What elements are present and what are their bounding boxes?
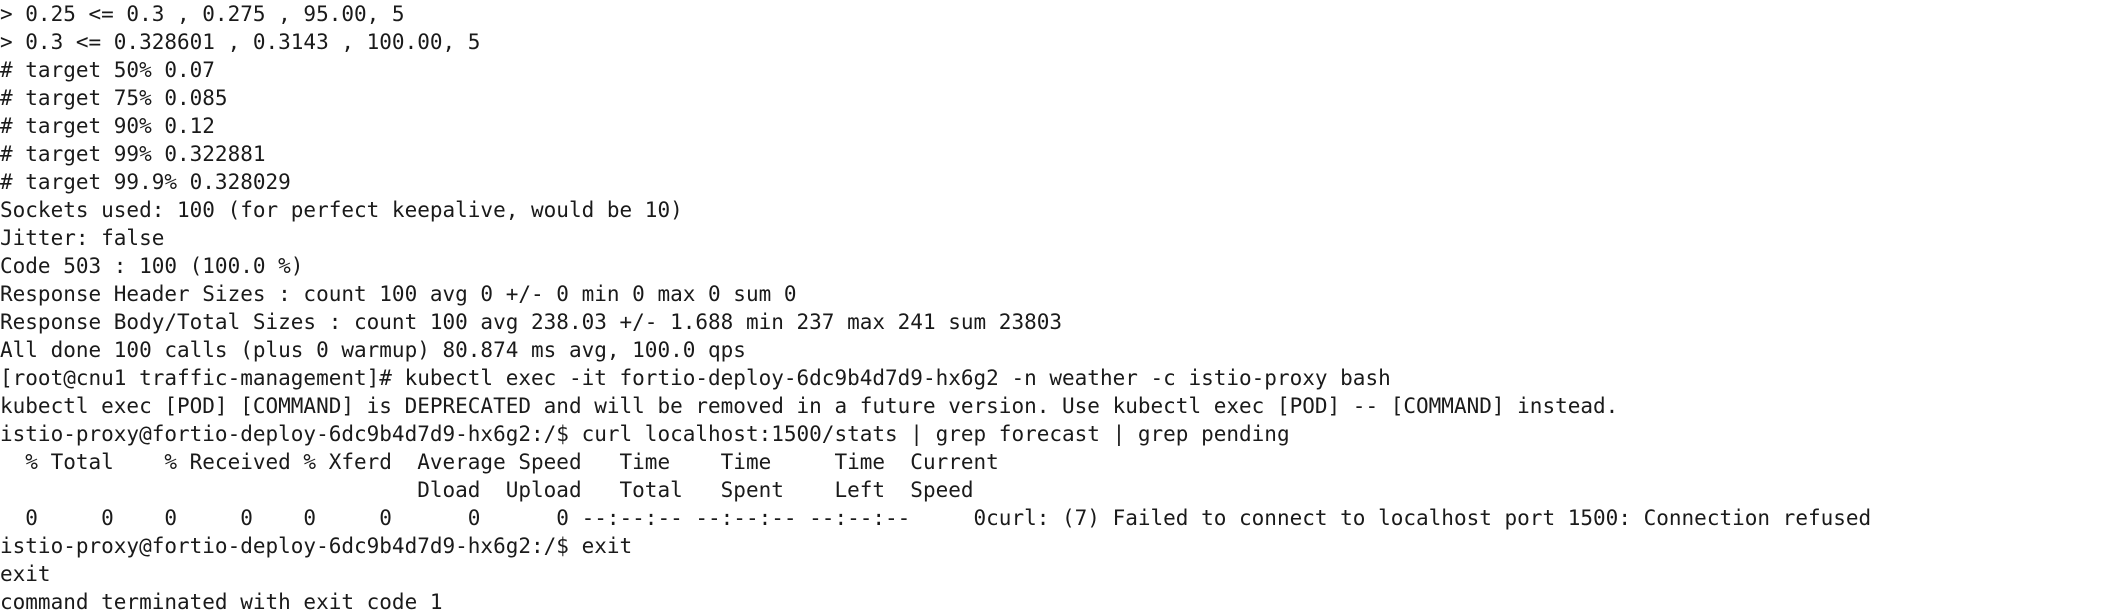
terminal-line-target-percentile: # target 99% 0.322881	[0, 142, 266, 166]
terminal-line-target-percentile: # target 99.9% 0.328029	[0, 170, 291, 194]
terminal-line-summary: All done 100 calls (plus 0 warmup) 80.87…	[0, 338, 746, 362]
terminal-line-deprecation-warning: kubectl exec [POD] [COMMAND] is DEPRECAT…	[0, 394, 1619, 418]
terminal-line-curl-error: 0 0 0 0 0 0 0 0 --:--:-- --:--:-- --:--:…	[0, 506, 1872, 530]
terminal-line-target-percentile: # target 50% 0.07	[0, 58, 215, 82]
terminal-line-root-prompt-command: [root@cnu1 traffic-management]# kubectl …	[0, 366, 1391, 390]
terminal-line-jitter: Jitter: false	[0, 226, 165, 250]
terminal-line-target-percentile: # target 90% 0.12	[0, 114, 215, 138]
terminal-line-histogram-bucket: > 0.3 <= 0.328601 , 0.3143 , 100.00, 5	[0, 30, 481, 54]
terminal-line-histogram-bucket: > 0.25 <= 0.3 , 0.275 , 95.00, 5	[0, 2, 405, 26]
terminal-line-status-code: Code 503 : 100 (100.0 %)	[0, 254, 304, 278]
terminal-line-sockets-used: Sockets used: 100 (for perfect keepalive…	[0, 198, 683, 222]
terminal-line-header-sizes: Response Header Sizes : count 100 avg 0 …	[0, 282, 797, 306]
terminal-line-exit-code: command terminated with exit code 1	[0, 590, 443, 614]
terminal-line-curl-progress-header: Dload Upload Total Spent Left Speed	[0, 478, 974, 502]
terminal-line-proxy-prompt-exit: istio-proxy@fortio-deploy-6dc9b4d7d9-hx6…	[0, 534, 633, 558]
terminal-line-body-sizes: Response Body/Total Sizes : count 100 av…	[0, 310, 1063, 334]
terminal-line-curl-progress-header: % Total % Received % Xferd Average Speed…	[0, 450, 999, 474]
terminal-output[interactable]: > 0.25 <= 0.3 , 0.275 , 95.00, 5 > 0.3 <…	[0, 0, 2112, 616]
terminal-line-exit: exit	[0, 562, 51, 586]
terminal-line-target-percentile: # target 75% 0.085	[0, 86, 228, 110]
terminal-line-proxy-prompt-curl: istio-proxy@fortio-deploy-6dc9b4d7d9-hx6…	[0, 422, 1290, 446]
